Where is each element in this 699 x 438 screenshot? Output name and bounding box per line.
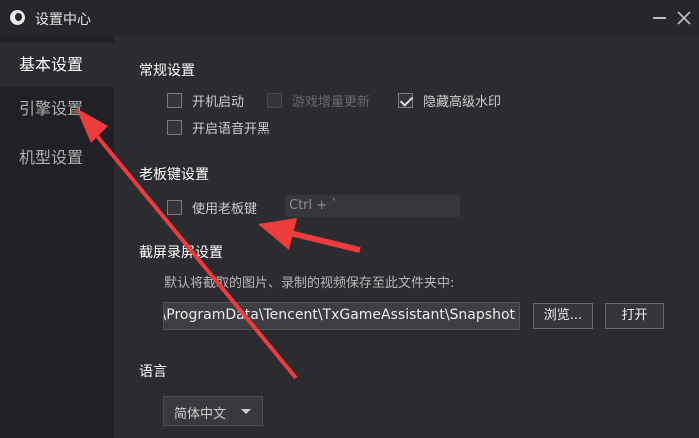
minimize-icon[interactable]: [650, 8, 670, 28]
checkbox-box: [167, 93, 182, 108]
boss-key-hotkey-input[interactable]: Ctrl + `: [285, 195, 460, 217]
checkbox-label: 开机启动: [192, 95, 245, 110]
language-select[interactable]: 简体中文: [163, 396, 263, 426]
sidebar-item-label: 基本设置: [19, 55, 84, 74]
voice-chat-checkbox[interactable]: 开启语音开黑: [167, 118, 270, 137]
snapshot-folder-description: 默认将截取的图片、录制的视频保存至此文件夹中:: [164, 276, 455, 291]
sidebar-item-device[interactable]: 机型设置: [0, 136, 114, 180]
chevron-down-icon: [241, 409, 251, 414]
hide-watermark-checkbox[interactable]: 隐藏高级水印: [398, 91, 501, 110]
checkbox-box: [167, 200, 182, 215]
app-logo-icon: [10, 10, 25, 25]
sidebar-item-label: 机型设置: [19, 148, 84, 167]
language-select-value: 简体中文: [174, 407, 227, 422]
screenshot-section-title: 截屏录屏设置: [139, 245, 223, 261]
checkmark-icon: [398, 93, 413, 108]
general-section-title: 常规设置: [139, 63, 195, 79]
title-bar: 设置中心: [0, 0, 699, 36]
sidebar-item-basic[interactable]: 基本设置: [0, 43, 114, 87]
browse-button[interactable]: 浏览...: [533, 303, 593, 329]
checkbox-label: 开启语音开黑: [192, 122, 271, 137]
sidebar-item-label: 引擎设置: [19, 99, 84, 118]
sidebar: 基本设置 引擎设置 机型设置: [0, 36, 114, 438]
use-boss-key-checkbox[interactable]: 使用老板键: [167, 198, 257, 217]
checkbox-label: 隐藏高级水印: [423, 95, 502, 110]
window-title: 设置中心: [35, 12, 91, 28]
sidebar-item-engine[interactable]: 引擎设置: [0, 87, 114, 131]
checkbox-box: [167, 120, 182, 135]
open-folder-button[interactable]: 打开: [605, 303, 664, 329]
checkbox-label: 使用老板键: [192, 202, 258, 217]
incremental-update-checkbox[interactable]: 游戏增量更新: [267, 91, 370, 110]
checkbox-label: 游戏增量更新: [292, 95, 371, 110]
checkbox-box: [267, 93, 282, 108]
boss-key-section-title: 老板键设置: [139, 167, 209, 183]
autostart-checkbox[interactable]: 开机启动: [167, 91, 244, 110]
language-section-title: 语言: [139, 364, 167, 380]
snapshot-path-text: C:\ProgramData\Tencent\TxGameAssistant\S…: [163, 307, 515, 323]
close-icon[interactable]: [672, 8, 696, 28]
snapshot-path-field[interactable]: C:\ProgramData\Tencent\TxGameAssistant\S…: [163, 302, 520, 330]
